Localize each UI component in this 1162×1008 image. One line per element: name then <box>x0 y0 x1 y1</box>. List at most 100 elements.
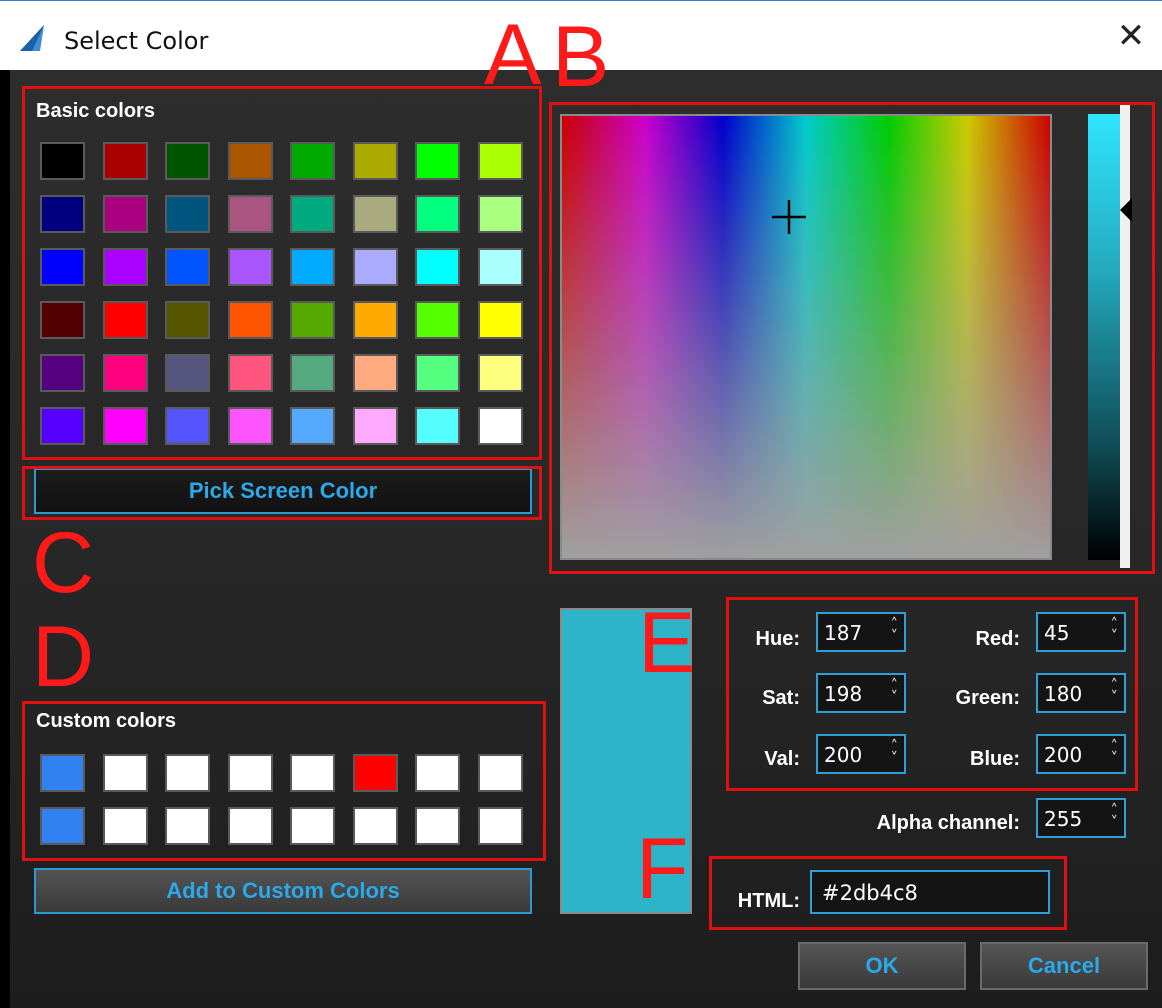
add-to-custom-colors-button[interactable]: Add to Custom Colors <box>34 868 532 914</box>
basic-color-swatch[interactable] <box>40 407 85 445</box>
basic-color-swatch[interactable] <box>227 407 273 445</box>
basic-color-swatch[interactable] <box>165 407 210 445</box>
basic-color-swatch[interactable] <box>352 301 398 339</box>
spin-arrows-icon[interactable]: ˄ ˅ <box>891 617 899 644</box>
basic-color-swatch[interactable] <box>102 248 148 286</box>
basic-color-swatch[interactable] <box>352 248 398 286</box>
basic-color-swatch[interactable] <box>477 354 523 392</box>
cancel-button[interactable]: Cancel <box>980 942 1148 990</box>
alpha-spinbox[interactable]: 255 ˄ ˅ <box>1036 798 1126 838</box>
hue-spinbox[interactable]: 187 ˄ ˅ <box>816 612 906 652</box>
basic-color-swatch[interactable] <box>165 248 210 286</box>
basic-color-swatch[interactable] <box>415 407 460 445</box>
green-spinbox[interactable]: 180 ˄ ˅ <box>1036 673 1126 713</box>
sat-label: Sat: <box>762 687 800 709</box>
html-input[interactable]: #2db4c8 <box>810 870 1050 914</box>
spin-arrows-icon[interactable]: ˄ ˅ <box>1111 678 1119 705</box>
basic-color-swatch[interactable] <box>290 142 335 180</box>
basic-color-swatch[interactable] <box>290 407 335 445</box>
sat-spinbox[interactable]: 198 ˄ ˅ <box>816 673 906 713</box>
close-button[interactable]: ✕ <box>1114 19 1148 53</box>
basic-color-swatch[interactable] <box>352 195 398 233</box>
custom-color-swatch[interactable] <box>40 754 85 792</box>
basic-color-swatch[interactable] <box>165 301 210 339</box>
basic-color-swatch[interactable] <box>40 301 85 339</box>
basic-color-swatch[interactable] <box>352 407 398 445</box>
basic-color-swatch[interactable] <box>40 354 85 392</box>
custom-color-swatch[interactable] <box>290 807 335 845</box>
pick-screen-color-button[interactable]: Pick Screen Color <box>34 468 532 514</box>
basic-color-swatch[interactable] <box>352 142 398 180</box>
basic-color-swatch[interactable] <box>102 142 148 180</box>
hue-label: Hue: <box>755 628 800 650</box>
spin-arrows-icon[interactable]: ˄ ˅ <box>1111 617 1119 644</box>
basic-color-swatch[interactable] <box>40 248 85 286</box>
basic-color-swatch[interactable] <box>227 354 273 392</box>
html-input-value: #2db4c8 <box>822 881 918 905</box>
hue-value: 187 <box>824 621 863 645</box>
custom-color-swatch[interactable] <box>102 754 148 792</box>
spectrum-darken-layer <box>562 116 1050 558</box>
custom-color-swatch[interactable] <box>165 807 210 845</box>
custom-color-swatch[interactable] <box>40 807 85 845</box>
color-spectrum[interactable] <box>560 114 1052 560</box>
alpha-value: 255 <box>1044 807 1083 831</box>
basic-color-swatch[interactable] <box>415 195 460 233</box>
basic-color-swatch[interactable] <box>290 301 335 339</box>
spin-arrows-icon[interactable]: ˄ ˅ <box>1111 739 1119 766</box>
red-spinbox[interactable]: 45 ˄ ˅ <box>1036 612 1126 652</box>
sat-value: 198 <box>824 682 863 706</box>
value-slider[interactable] <box>1088 114 1122 560</box>
green-label: Green: <box>955 687 1020 709</box>
spin-arrows-icon[interactable]: ˄ ˅ <box>891 678 899 705</box>
slider-handle-icon[interactable] <box>1120 198 1132 222</box>
custom-color-swatch[interactable] <box>415 754 460 792</box>
basic-color-swatch[interactable] <box>102 354 148 392</box>
basic-color-swatch[interactable] <box>352 354 398 392</box>
green-value: 180 <box>1044 682 1083 706</box>
basic-color-swatch[interactable] <box>477 248 523 286</box>
custom-color-swatch[interactable] <box>477 807 523 845</box>
custom-color-swatch[interactable] <box>352 807 398 845</box>
basic-color-swatch[interactable] <box>40 142 85 180</box>
custom-color-swatch[interactable] <box>352 754 398 792</box>
basic-color-swatch[interactable] <box>227 142 273 180</box>
basic-color-swatch[interactable] <box>477 142 523 180</box>
basic-color-swatch[interactable] <box>415 142 460 180</box>
basic-color-swatch[interactable] <box>415 354 460 392</box>
val-label: Val: <box>764 748 800 770</box>
basic-color-swatch[interactable] <box>477 407 523 445</box>
basic-color-swatch[interactable] <box>102 407 148 445</box>
basic-color-swatch[interactable] <box>102 301 148 339</box>
basic-color-swatch[interactable] <box>165 142 210 180</box>
val-spinbox[interactable]: 200 ˄ ˅ <box>816 734 906 774</box>
basic-color-swatch[interactable] <box>477 195 523 233</box>
basic-color-swatch[interactable] <box>102 195 148 233</box>
current-color-preview <box>560 608 692 914</box>
spin-arrows-icon[interactable]: ˄ ˅ <box>891 739 899 766</box>
html-label: HTML: <box>737 890 800 912</box>
basic-color-swatch[interactable] <box>227 195 273 233</box>
basic-color-swatch[interactable] <box>165 354 210 392</box>
custom-color-swatch[interactable] <box>415 807 460 845</box>
basic-color-swatch[interactable] <box>477 301 523 339</box>
basic-color-swatch[interactable] <box>415 248 460 286</box>
custom-color-swatch[interactable] <box>227 807 273 845</box>
basic-color-swatch[interactable] <box>227 301 273 339</box>
basic-color-swatch[interactable] <box>290 195 335 233</box>
custom-color-swatch[interactable] <box>227 754 273 792</box>
ok-button[interactable]: OK <box>798 942 966 990</box>
basic-color-swatch[interactable] <box>40 195 85 233</box>
custom-color-swatch[interactable] <box>165 754 210 792</box>
custom-color-swatch[interactable] <box>477 754 523 792</box>
basic-color-swatch[interactable] <box>227 248 273 286</box>
app-logo-icon <box>20 25 44 51</box>
basic-color-swatch[interactable] <box>290 248 335 286</box>
basic-color-swatch[interactable] <box>290 354 335 392</box>
basic-color-swatch[interactable] <box>415 301 460 339</box>
custom-color-swatch[interactable] <box>102 807 148 845</box>
blue-spinbox[interactable]: 200 ˄ ˅ <box>1036 734 1126 774</box>
custom-color-swatch[interactable] <box>290 754 335 792</box>
spin-arrows-icon[interactable]: ˄ ˅ <box>1111 803 1119 830</box>
basic-color-swatch[interactable] <box>165 195 210 233</box>
